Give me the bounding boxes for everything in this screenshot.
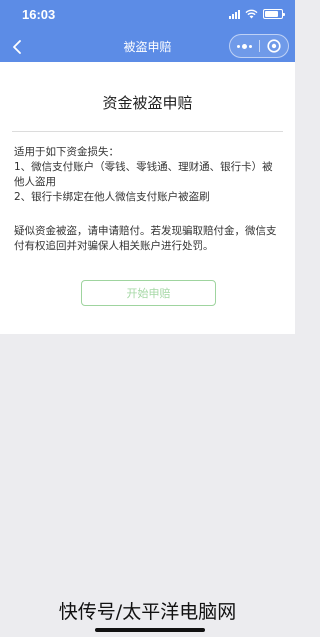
claim-card: 资金被盗申赔 适用于如下资金损失： 1、微信支付账户（零钱、零钱通、理财通、银行… xyxy=(0,62,295,334)
start-claim-button[interactable]: 开始申赔 xyxy=(81,280,216,306)
page-title: 资金被盗申赔 xyxy=(102,94,193,112)
home-indicator xyxy=(95,628,205,632)
applicable-conditions: 适用于如下资金损失： 1、微信支付账户（零钱、零钱通、理财通、银行卡）被他人盗用… xyxy=(14,145,283,205)
intro-title: 适用于如下资金损失： xyxy=(14,146,119,158)
target-close-icon xyxy=(267,39,281,53)
more-button[interactable] xyxy=(230,35,259,57)
intro-item-2: 2、银行卡绑定在他人微信支付账户被盗刷 xyxy=(14,191,210,203)
status-bar: 16:03 xyxy=(0,0,295,32)
mini-program-capsule xyxy=(229,34,289,58)
battery-icon xyxy=(263,9,285,19)
close-button[interactable] xyxy=(260,35,289,57)
wifi-icon xyxy=(245,9,258,19)
watermark-text: 快传号/太平洋电脑网 xyxy=(58,601,237,623)
nav-bar: 被盗申赔 xyxy=(0,32,295,62)
divider xyxy=(12,131,283,132)
intro-item-1: 1、微信支付账户（零钱、零钱通、理财通、银行卡）被他人盗用 xyxy=(14,161,273,188)
notice-text: 疑似资金被盗，请申请赔付。若发现骗取赔付金，微信支付有权追回并对骗保人相关账户进… xyxy=(14,225,277,252)
signal-icon xyxy=(229,9,240,19)
status-icons xyxy=(229,9,285,19)
status-time: 16:03 xyxy=(22,7,56,22)
